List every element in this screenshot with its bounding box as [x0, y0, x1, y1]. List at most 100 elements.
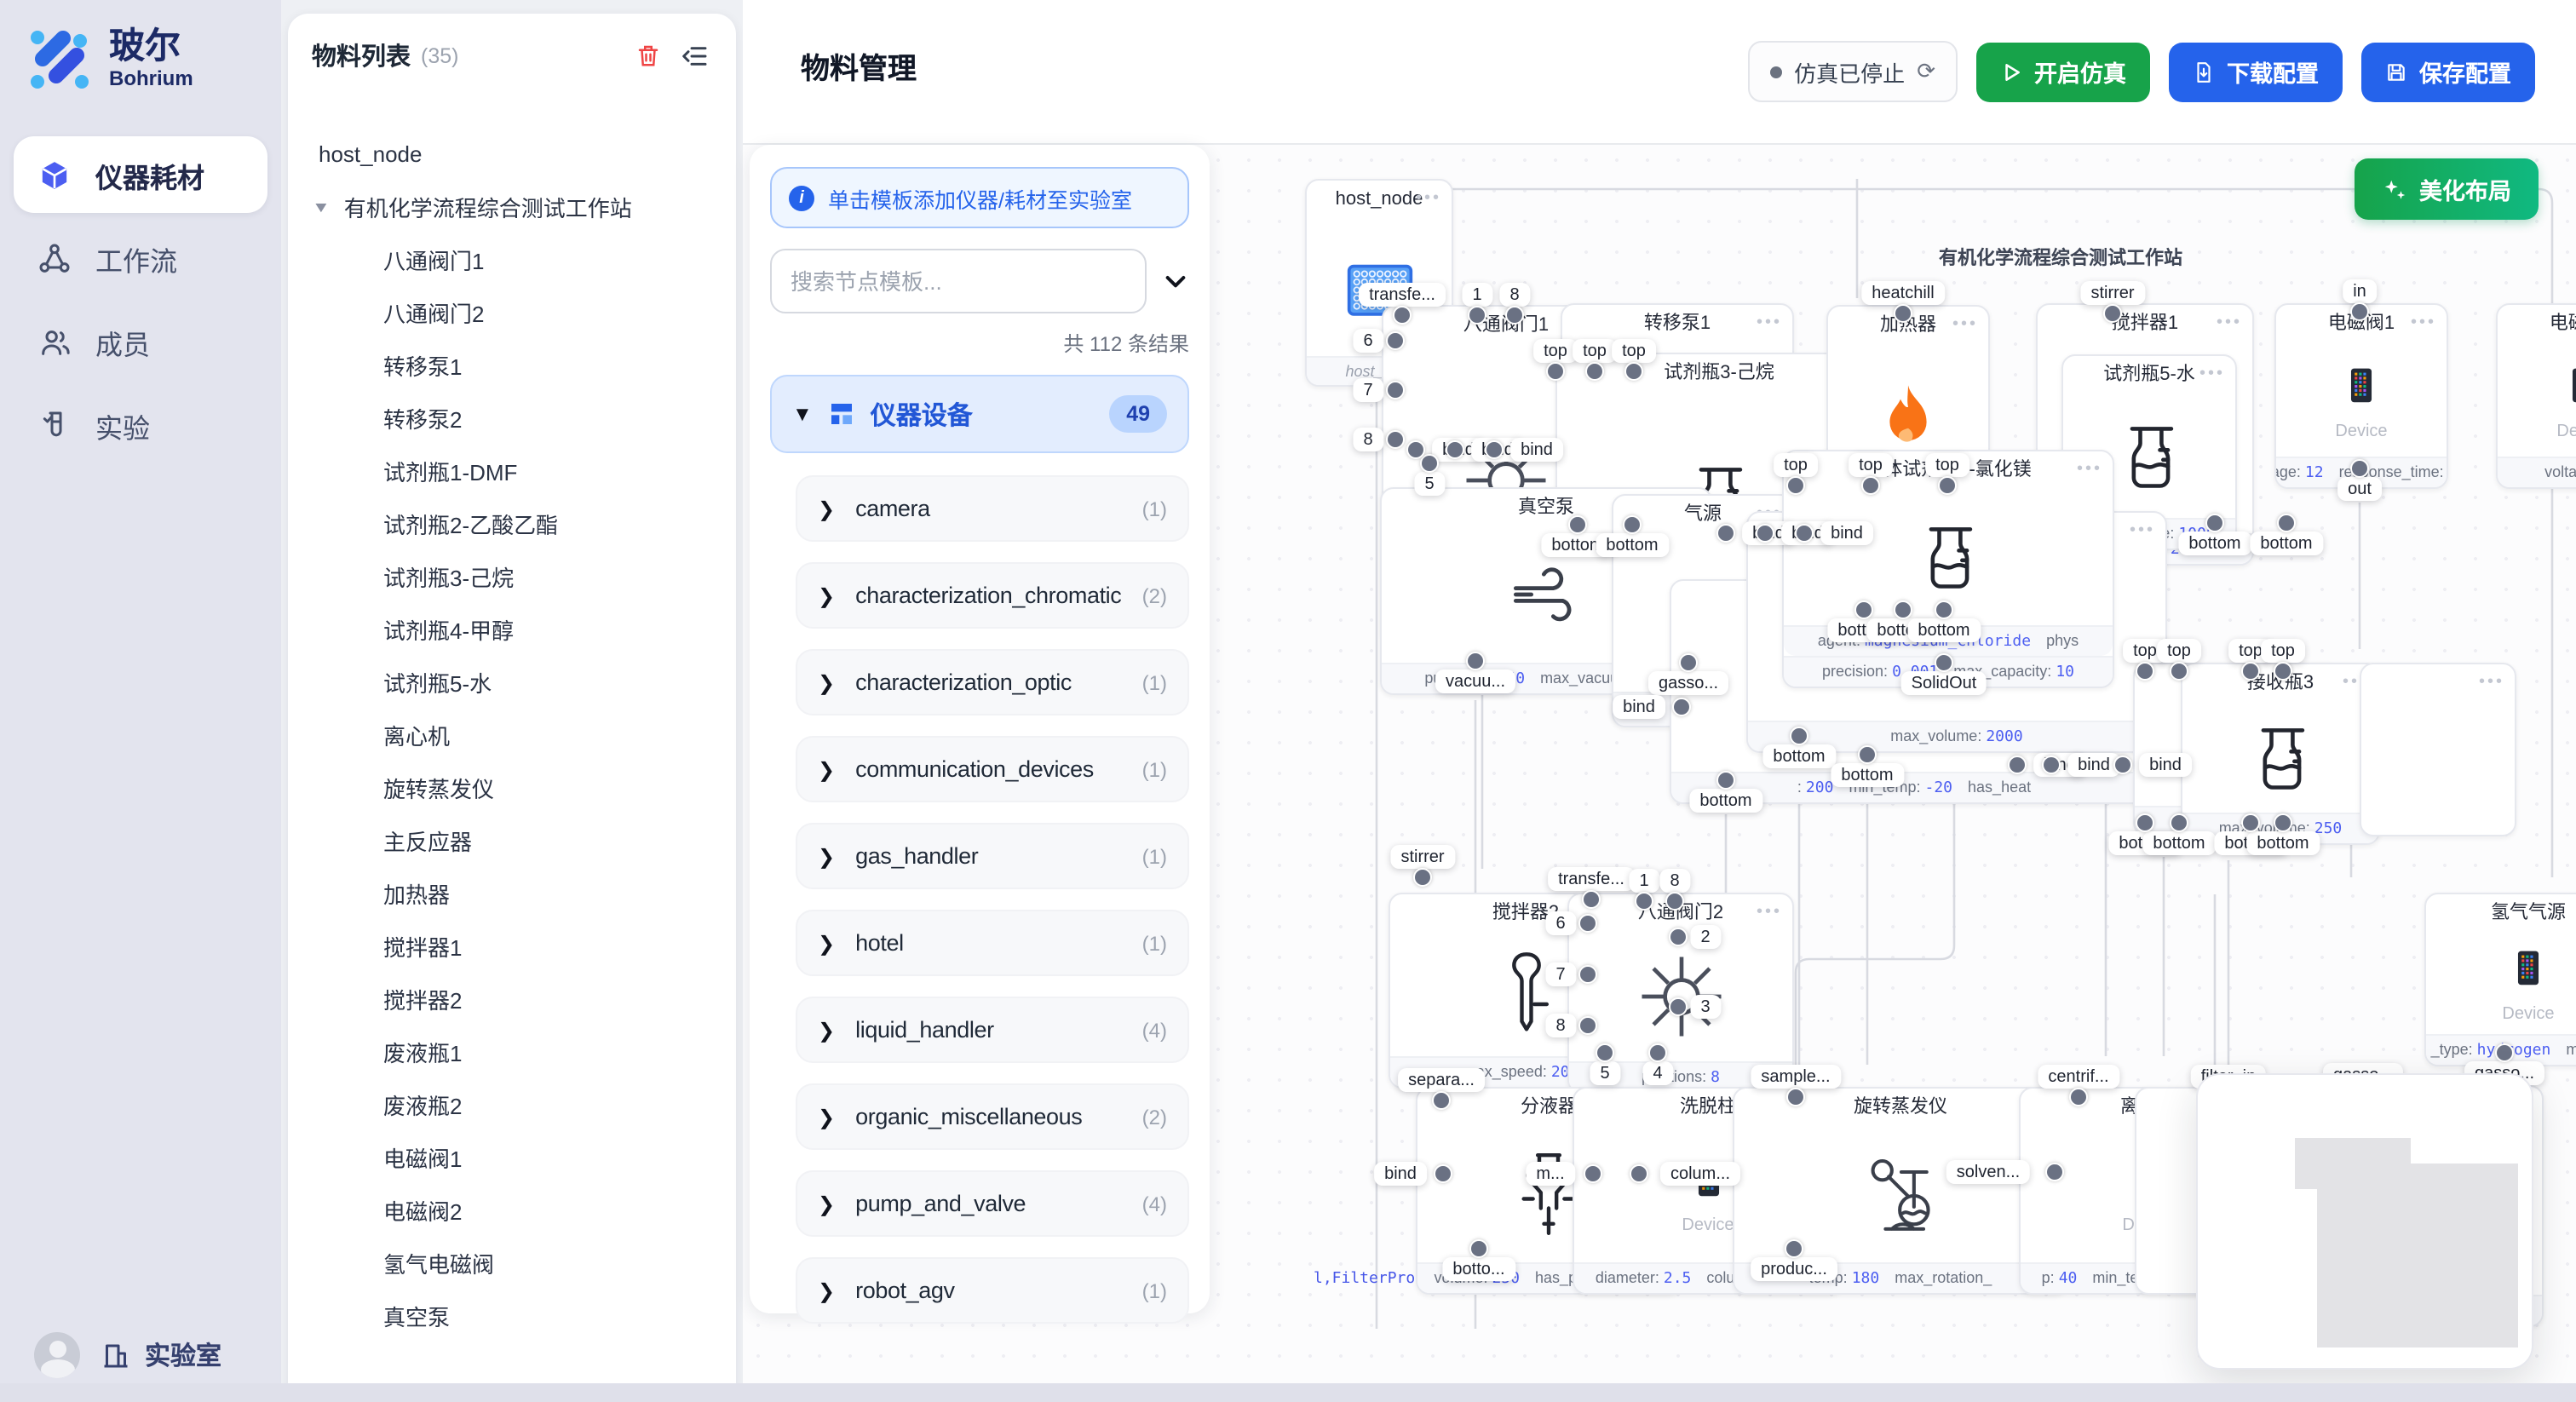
port-dot[interactable]: [2069, 1088, 2088, 1106]
port-dot[interactable]: [1393, 306, 1412, 325]
port-dot[interactable]: [1679, 653, 1698, 672]
avatar[interactable]: [34, 1332, 80, 1378]
port-label-top[interactable]: top: [2157, 639, 2201, 663]
port-label-bind[interactable]: bind: [1820, 521, 1873, 545]
port-label-vacuu[interactable]: vacuu...: [1435, 669, 1515, 693]
port-label-in[interactable]: in: [2343, 279, 2377, 303]
port-label-1[interactable]: 1: [1462, 283, 1492, 307]
port-dot[interactable]: [1386, 430, 1405, 449]
port-label-colum[interactable]: colum...: [1660, 1162, 1740, 1186]
port-dot[interactable]: [1786, 476, 1805, 495]
port-label-m[interactable]: m...: [1526, 1162, 1574, 1186]
tree-item-host-node[interactable]: host_node: [288, 128, 736, 181]
port-dot[interactable]: [1505, 306, 1524, 325]
port-dot[interactable]: [1468, 306, 1486, 325]
port-label-5[interactable]: 5: [1414, 472, 1444, 496]
port-dot[interactable]: [1446, 440, 1465, 459]
port-label-SolidOut[interactable]: SolidOut: [1901, 671, 1987, 695]
category-gas_handler[interactable]: ❯gas_handler(1): [796, 823, 1189, 889]
delete-button[interactable]: [630, 38, 664, 72]
port-dot[interactable]: [1665, 892, 1684, 911]
tree-group-workstation[interactable]: ▼ 有机化学流程综合测试工作站: [288, 181, 736, 233]
category-liquid_handler[interactable]: ❯liquid_handler(4): [796, 997, 1189, 1063]
port-label-botto[interactable]: botto...: [1442, 1257, 1515, 1281]
port-dot[interactable]: [1585, 362, 1604, 381]
canvas-node[interactable]: •••: [2360, 663, 2516, 836]
node-menu-icon[interactable]: •••: [2130, 513, 2155, 550]
port-label-sample[interactable]: sample...: [1751, 1065, 1840, 1089]
port-label-produc[interactable]: produc...: [1751, 1257, 1837, 1281]
port-label-bind[interactable]: bind: [1613, 695, 1665, 719]
port-label-top[interactable]: top: [1533, 339, 1578, 363]
tree-item[interactable]: 八通阀门1: [288, 233, 736, 286]
port-dot[interactable]: [2350, 302, 2369, 321]
port-dot[interactable]: [1669, 997, 1688, 1016]
category-characterization_chromatic[interactable]: ❯characterization_chromatic(2): [796, 562, 1189, 629]
port-dot[interactable]: [1596, 1043, 1614, 1062]
port-label-bottom[interactable]: bottom: [1689, 789, 1762, 813]
port-dot[interactable]: [2205, 514, 2224, 532]
port-dot[interactable]: [2114, 756, 2133, 774]
port-dot[interactable]: [2277, 514, 2296, 532]
start-simulation-button[interactable]: 开启仿真: [1976, 42, 2150, 101]
port-label-bottom[interactable]: bottom: [2250, 531, 2322, 555]
port-dot[interactable]: [1861, 476, 1880, 495]
tree-item[interactable]: 电磁阀2: [288, 1184, 736, 1237]
node-menu-icon[interactable]: •••: [1757, 305, 1782, 342]
collapse-panel-button[interactable]: [678, 38, 712, 72]
port-label-bottom[interactable]: bottom: [1596, 533, 1668, 557]
port-dot[interactable]: [2009, 756, 2027, 774]
port-label-8[interactable]: 8: [1353, 428, 1383, 451]
port-label-top[interactable]: top: [2261, 639, 2305, 663]
port-dot[interactable]: [2274, 813, 2292, 832]
port-dot[interactable]: [2045, 1163, 2064, 1181]
port-label-top[interactable]: top: [1774, 453, 1818, 477]
port-dot[interactable]: [2136, 662, 2154, 681]
port-dot[interactable]: [1578, 1016, 1597, 1035]
save-config-button[interactable]: 保存配置: [2361, 42, 2535, 101]
port-label-1[interactable]: 1: [1629, 869, 1659, 893]
tree-item[interactable]: 搅拌器2: [288, 973, 736, 1026]
port-dot[interactable]: [2136, 813, 2154, 832]
port-dot[interactable]: [1858, 745, 1877, 764]
category-hotel[interactable]: ❯hotel(1): [796, 910, 1189, 976]
port-label-top[interactable]: top: [1849, 453, 1893, 477]
port-dot[interactable]: [1624, 362, 1643, 381]
port-dot[interactable]: [1669, 928, 1688, 946]
port-dot[interactable]: [1894, 304, 1912, 323]
port-dot[interactable]: [1433, 1164, 1452, 1183]
port-label-bind[interactable]: bind: [2067, 753, 2120, 777]
port-label-bottom[interactable]: bottom: [2246, 831, 2319, 855]
port-dot[interactable]: [1582, 890, 1601, 909]
search-input[interactable]: [770, 249, 1147, 313]
port-label-gasso[interactable]: gasso...: [1648, 671, 1728, 695]
category-communication_devices[interactable]: ❯communication_devices(1): [796, 736, 1189, 802]
port-dot[interactable]: [1894, 600, 1912, 619]
sidebar-item-laboratory[interactable]: 实验室: [101, 1337, 221, 1373]
port-dot[interactable]: [1420, 454, 1439, 473]
port-dot[interactable]: [1786, 1088, 1805, 1106]
port-label-bottom[interactable]: bottom: [1907, 618, 1980, 642]
port-dot[interactable]: [1935, 653, 1953, 672]
tree-item[interactable]: 试剂瓶2-乙酸乙酯: [288, 497, 736, 550]
port-label-8[interactable]: 8: [1659, 869, 1689, 893]
tree-item[interactable]: 主反应器: [288, 814, 736, 867]
port-dot[interactable]: [1583, 1164, 1601, 1183]
port-dot[interactable]: [2170, 813, 2188, 832]
tree-item[interactable]: 废液瓶2: [288, 1078, 736, 1131]
port-label-transfe[interactable]: transfe...: [1548, 867, 1635, 891]
tree-item[interactable]: 电磁阀1: [288, 1131, 736, 1184]
port-dot[interactable]: [1716, 771, 1735, 790]
port-dot[interactable]: [2043, 756, 2061, 774]
port-label-bind[interactable]: bind: [1374, 1162, 1427, 1186]
port-dot[interactable]: [1386, 331, 1405, 350]
node-menu-icon[interactable]: •••: [1416, 181, 1441, 218]
refresh-icon[interactable]: ⟳: [1917, 58, 1935, 85]
category-pump_and_valve[interactable]: ❯pump_and_valve(4): [796, 1170, 1189, 1237]
node-menu-icon[interactable]: •••: [2479, 664, 2504, 702]
node-menu-icon[interactable]: •••: [1757, 894, 1782, 932]
category-instruments[interactable]: ▼ 仪器设备 49: [770, 375, 1189, 453]
category-organic_miscellaneous[interactable]: ❯organic_miscellaneous(2): [796, 1083, 1189, 1150]
port-dot[interactable]: [1785, 1239, 1803, 1258]
port-dot[interactable]: [1578, 914, 1597, 933]
